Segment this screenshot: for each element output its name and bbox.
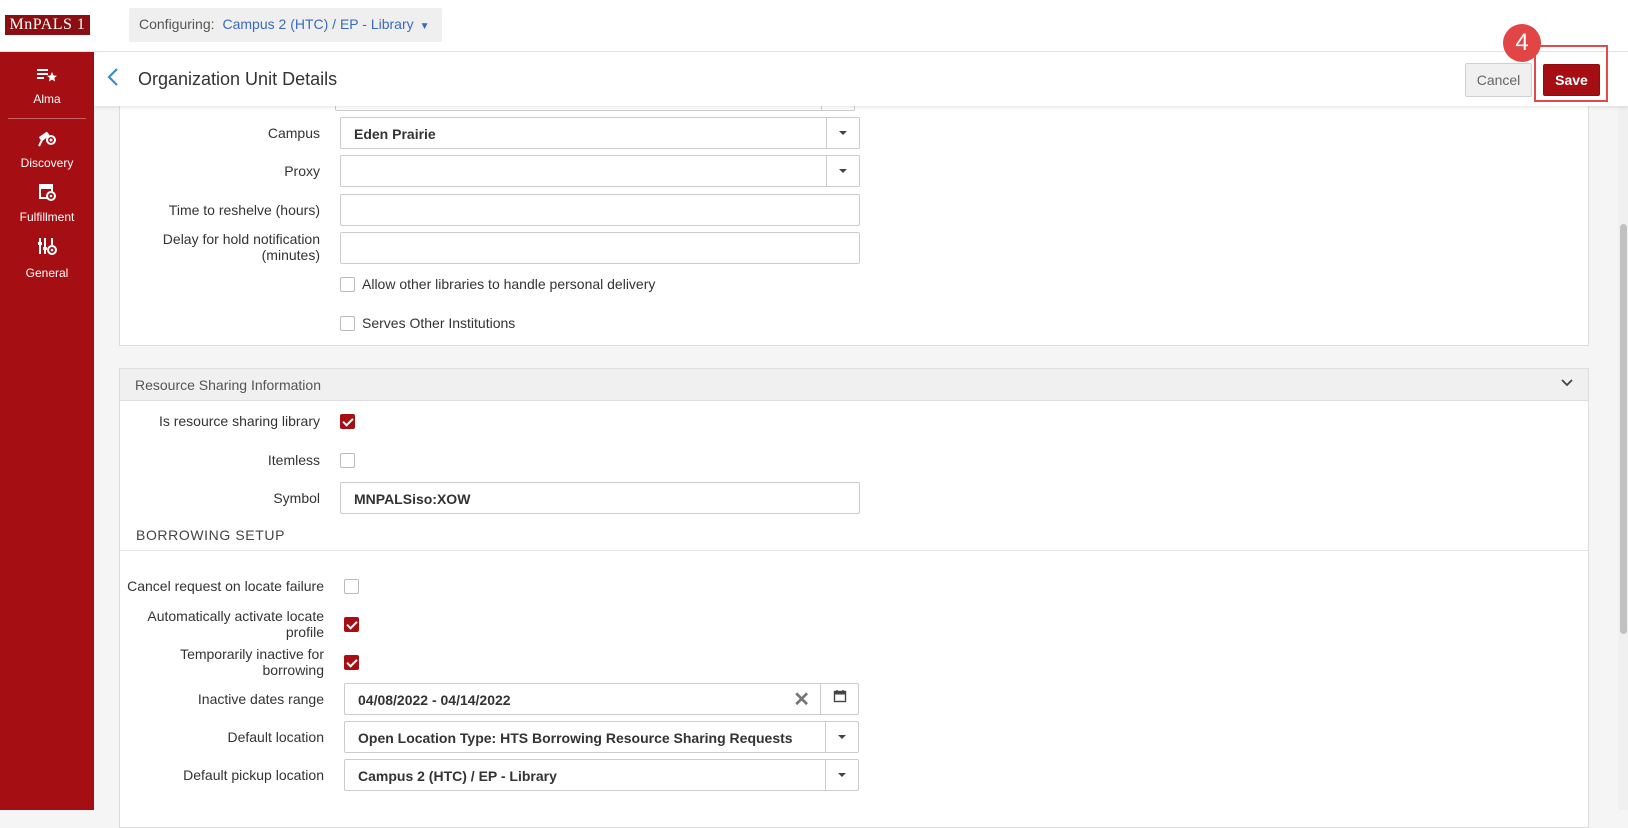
general-info-panel: Campus Eden Prairie Proxy Time to reshel… <box>119 85 1589 346</box>
reshelve-input[interactable] <box>340 194 860 226</box>
configuring-label: Configuring: <box>139 16 215 32</box>
hold-delay-label-line2: (minutes) <box>261 247 320 263</box>
default-pickup-select[interactable]: Campus 2 (HTC) / EP - Library <box>344 759 859 791</box>
cancel-locate-label: Cancel request on locate failure <box>127 578 324 594</box>
auto-activate-label-line2: profile <box>285 624 324 640</box>
content-area: Campus Eden Prairie Proxy Time to reshel… <box>94 85 1628 828</box>
dropdown-arrow-icon[interactable] <box>825 722 858 752</box>
general-icon <box>0 236 94 262</box>
proxy-select[interactable] <box>340 155 860 187</box>
cancel-button[interactable]: Cancel <box>1465 63 1532 97</box>
inactive-dates-label: Inactive dates range <box>197 691 324 707</box>
vertical-scrollbar[interactable] <box>1618 106 1628 810</box>
personal-delivery-label: Allow other libraries to handle personal… <box>362 276 656 292</box>
main-sidebar: Alma Discovery Fulfillment General <box>0 52 94 810</box>
configuring-selector[interactable]: Configuring: Campus 2 (HTC) / EP - Librar… <box>129 8 442 42</box>
campus-label: Campus <box>267 125 320 141</box>
itemless-label: Itemless <box>267 452 320 468</box>
serves-other-checkbox[interactable] <box>340 316 355 331</box>
inactive-dates-value: 04/08/2022 - 04/14/2022 <box>358 692 511 708</box>
default-pickup-label: Default pickup location <box>183 767 324 783</box>
calendar-icon[interactable] <box>820 684 858 714</box>
top-bar: MnPALS 1 Configuring: Campus 2 (HTC) / EP… <box>0 0 1628 52</box>
temp-inactive-label: Temporarily inactive for borrowing <box>120 646 324 678</box>
campus-value: Eden Prairie <box>354 126 436 142</box>
borrowing-setup-heading: BORROWING SETUP <box>136 527 286 543</box>
symbol-label: Symbol <box>273 490 320 506</box>
itemless-checkbox[interactable] <box>340 453 355 468</box>
hold-delay-label: Delay for hold notification (minutes) <box>120 231 320 263</box>
proxy-label: Proxy <box>284 163 320 179</box>
page-header: Organization Unit Details Cancel Save 4 <box>94 24 1628 106</box>
resource-sharing-title: Resource Sharing Information <box>135 377 321 393</box>
is-rs-library-checkbox[interactable] <box>340 414 355 429</box>
hold-delay-label-line1: Delay for hold notification <box>162 231 320 247</box>
default-pickup-value: Campus 2 (HTC) / EP - Library <box>358 768 557 784</box>
clear-x-icon[interactable]: ✕ <box>793 687 810 712</box>
sidebar-item-alma[interactable]: Alma <box>0 66 94 106</box>
scrollbar-thumb[interactable] <box>1620 224 1627 634</box>
temp-inactive-checkbox[interactable] <box>344 655 359 670</box>
sidebar-item-label: Fulfillment <box>19 210 75 224</box>
sidebar-item-discovery[interactable]: Discovery <box>0 126 94 170</box>
default-location-value: Open Location Type: HTS Borrowing Resour… <box>358 730 793 746</box>
resource-sharing-header[interactable]: Resource Sharing Information <box>120 369 1588 401</box>
sidebar-item-fulfillment[interactable]: Fulfillment <box>0 182 94 224</box>
cancel-locate-checkbox[interactable] <box>344 579 359 594</box>
personal-delivery-checkbox[interactable] <box>340 277 355 292</box>
dropdown-arrow-icon[interactable] <box>826 156 859 186</box>
step-badge: 4 <box>1503 24 1541 62</box>
auto-activate-checkbox[interactable] <box>344 617 359 632</box>
back-arrow-icon[interactable] <box>106 66 120 94</box>
dropdown-arrow-icon[interactable] <box>826 118 859 148</box>
serves-other-label: Serves Other Institutions <box>362 315 516 331</box>
default-location-label: Default location <box>227 729 324 745</box>
mnpals-logo[interactable]: MnPALS 1 <box>5 15 90 35</box>
campus-select[interactable]: Eden Prairie <box>340 117 860 149</box>
sidebar-item-general[interactable]: General <box>0 236 94 280</box>
inactive-dates-input[interactable]: 04/08/2022 - 04/14/2022 ✕ <box>344 683 859 715</box>
symbol-value: MNPALSiso:XOW <box>354 491 471 507</box>
dropdown-arrow-icon[interactable] <box>825 760 858 790</box>
sidebar-item-label: Alma <box>33 92 61 106</box>
sidebar-item-label: Discovery <box>20 156 74 170</box>
symbol-input[interactable]: MNPALSiso:XOW <box>340 482 860 514</box>
auto-activate-label-line1: Automatically activate locate <box>147 608 324 624</box>
configuring-value: Campus 2 (HTC) / EP - Library <box>222 16 414 32</box>
page-title: Organization Unit Details <box>138 69 338 89</box>
caret-down-icon: ▼ <box>419 21 430 32</box>
hold-delay-input[interactable] <box>340 232 860 264</box>
chevron-down-icon[interactable] <box>1560 375 1574 394</box>
temp-inactive-label-line1: Temporarily inactive for <box>180 646 324 662</box>
reshelve-label: Time to reshelve (hours) <box>168 202 320 218</box>
temp-inactive-label-line2: borrowing <box>262 662 324 678</box>
alma-icon <box>0 66 94 88</box>
default-location-select[interactable]: Open Location Type: HTS Borrowing Resour… <box>344 721 859 753</box>
save-highlight-box <box>1534 45 1608 102</box>
auto-activate-label: Automatically activate locate profile <box>120 608 324 640</box>
discovery-icon <box>0 126 94 152</box>
fulfillment-icon <box>0 182 94 206</box>
sidebar-divider <box>8 118 86 119</box>
resource-sharing-panel: Resource Sharing Information Is resource… <box>119 368 1589 828</box>
is-rs-library-label: Is resource sharing library <box>158 413 320 429</box>
section-divider <box>120 550 1588 551</box>
sidebar-item-label: General <box>25 266 69 280</box>
